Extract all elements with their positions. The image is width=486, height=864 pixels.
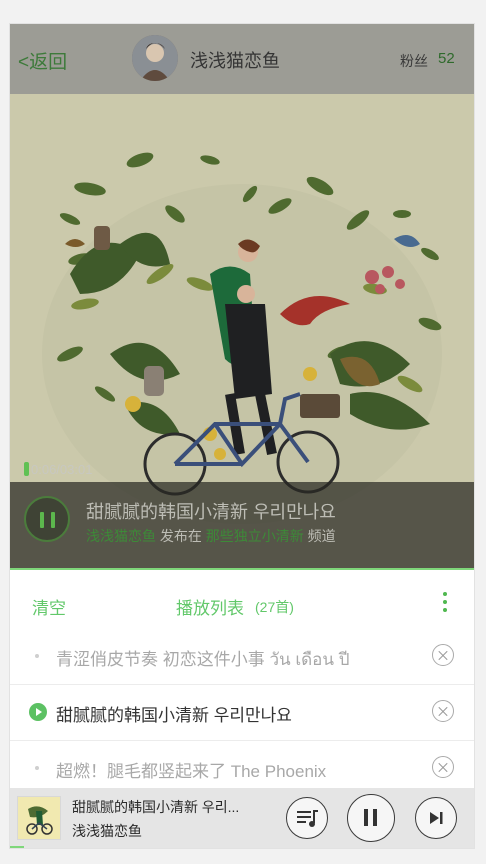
bottom-progress-tick (10, 846, 24, 848)
back-button[interactable]: <返回 (18, 47, 67, 74)
playback-time: 0:06/03:01 (31, 462, 93, 477)
mini-track-author: 浅浅猫恋鱼 (72, 823, 142, 839)
playlist-header: 清空 播放列表 (27首) (10, 570, 474, 628)
more-vertical-icon[interactable] (440, 592, 450, 614)
album-artwork: 0:06/03:01 甜腻腻的韩国小清新 우리만나요 浅浅猫恋鱼 发布在 那些独… (10, 94, 474, 568)
author-header: <返回 浅浅猫恋鱼 粉丝 52 (10, 24, 474, 94)
fans-label: 粉丝 (400, 53, 428, 69)
author-name[interactable]: 浅浅猫恋鱼 (190, 47, 280, 73)
playlist-item-label: 青涩俏皮节奏 初恋这件小事 วัน เดือน ปี (56, 650, 350, 669)
playlist-icon (297, 810, 318, 827)
track-meta: 浅浅猫恋鱼 发布在 那些独立小清新 频道 (86, 526, 336, 546)
channel-suffix: 频道 (307, 528, 336, 544)
fans-count: 52 (438, 50, 455, 67)
playlist-item-label: 甜腻腻的韩国小清新 우리만나요 (56, 706, 292, 725)
remove-icon[interactable] (432, 644, 454, 666)
channel-link[interactable]: 那些独立小清新 (206, 528, 304, 544)
playlist-item-label: 超燃！腿毛都竖起来了 The Phoenix (56, 762, 327, 781)
mini-pause-button[interactable] (347, 794, 395, 842)
pause-icon (40, 512, 44, 528)
pause-icon (364, 809, 377, 826)
app-frame: <返回 浅浅猫恋鱼 粉丝 52 0:06/03:01 甜腻腻的韩国小清新 우리만… (10, 24, 474, 848)
mini-track-title: 甜腻腻的韩国小清新 우리... (72, 799, 240, 815)
progress-indicator[interactable] (24, 462, 29, 476)
playlist-title: 播放列表 (176, 599, 244, 618)
avatar-image (132, 35, 178, 81)
playlist-button[interactable] (286, 797, 328, 839)
mini-cover-image (18, 797, 60, 839)
back-label: <返回 (18, 52, 68, 73)
play-icon (29, 703, 47, 721)
remove-icon[interactable] (432, 700, 454, 722)
clear-playlist-button[interactable]: 清空 (32, 594, 66, 619)
bullet-icon (35, 766, 39, 770)
bullet-icon (35, 654, 39, 658)
avatar[interactable] (132, 35, 178, 81)
track-author-link[interactable]: 浅浅猫恋鱼 (86, 528, 156, 544)
mini-cover-art[interactable] (17, 796, 61, 840)
skip-next-icon (430, 812, 443, 824)
player-info-band (10, 482, 474, 568)
pause-button[interactable] (24, 496, 70, 542)
mini-player: 甜腻腻的韩国小清新 우리... 浅浅猫恋鱼 (10, 788, 474, 848)
next-button[interactable] (415, 797, 457, 839)
playlist-item[interactable]: 青涩俏皮节奏 初恋这件小事 วัน เดือน ปี (10, 628, 474, 685)
playlist-item-active[interactable]: 甜腻腻的韩国小清新 우리만나요 (10, 684, 474, 741)
published-in-label: 发布在 (159, 528, 202, 544)
playlist-count: (27首) (255, 599, 294, 615)
pause-icon-bar (51, 512, 55, 528)
remove-icon[interactable] (432, 756, 454, 778)
track-title: 甜腻腻的韩国小清新 우리만나요 (86, 502, 336, 522)
